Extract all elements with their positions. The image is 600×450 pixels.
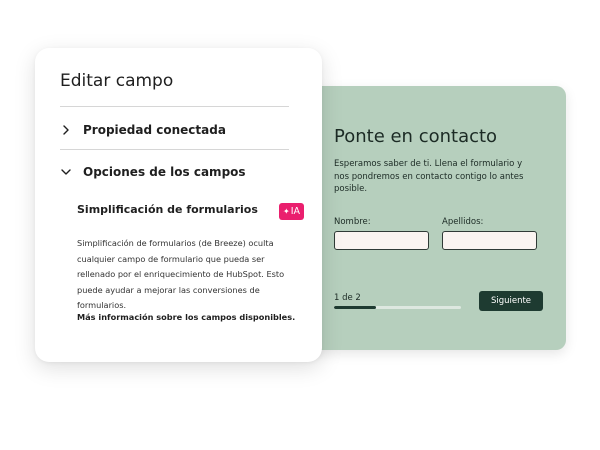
section-label: Propiedad conectada xyxy=(83,123,226,137)
first-name-label: Nombre: xyxy=(334,217,371,227)
feature-description: Simplificación de formularios (de Breeze… xyxy=(77,238,285,310)
divider xyxy=(60,149,289,150)
last-name-label: Apellidos: xyxy=(442,217,484,227)
contact-form-card: Ponte en contacto Esperamos saber de ti.… xyxy=(300,86,566,350)
chevron-down-icon xyxy=(60,166,72,178)
chevron-right-icon xyxy=(60,124,72,136)
sparkle-icon: ✦ xyxy=(283,207,290,216)
progress-bar-fill xyxy=(334,306,376,309)
panel-title: Editar campo xyxy=(60,71,174,91)
section-field-options[interactable]: Opciones de los campos xyxy=(60,163,246,181)
ai-badge-label: IA xyxy=(290,206,301,217)
section-connected-property[interactable]: Propiedad conectada xyxy=(60,121,226,139)
step-indicator: 1 de 2 xyxy=(334,293,361,303)
next-button[interactable]: Siguiente xyxy=(479,291,543,311)
section-label: Opciones de los campos xyxy=(83,165,246,179)
progress-bar xyxy=(334,306,461,309)
feature-title: Simplificación de formularios xyxy=(77,203,258,216)
last-name-input[interactable] xyxy=(442,231,537,250)
edit-field-panel: Editar campo Propiedad conectada Opcione… xyxy=(35,48,322,362)
ai-badge: ✦IA xyxy=(279,203,305,220)
divider xyxy=(60,106,289,107)
learn-more-link[interactable]: Más información sobre los campos disponi… xyxy=(77,312,295,322)
first-name-input[interactable] xyxy=(334,231,429,250)
form-title: Ponte en contacto xyxy=(334,126,498,147)
form-intro-text: Esperamos saber de ti. Llena el formular… xyxy=(334,159,524,194)
